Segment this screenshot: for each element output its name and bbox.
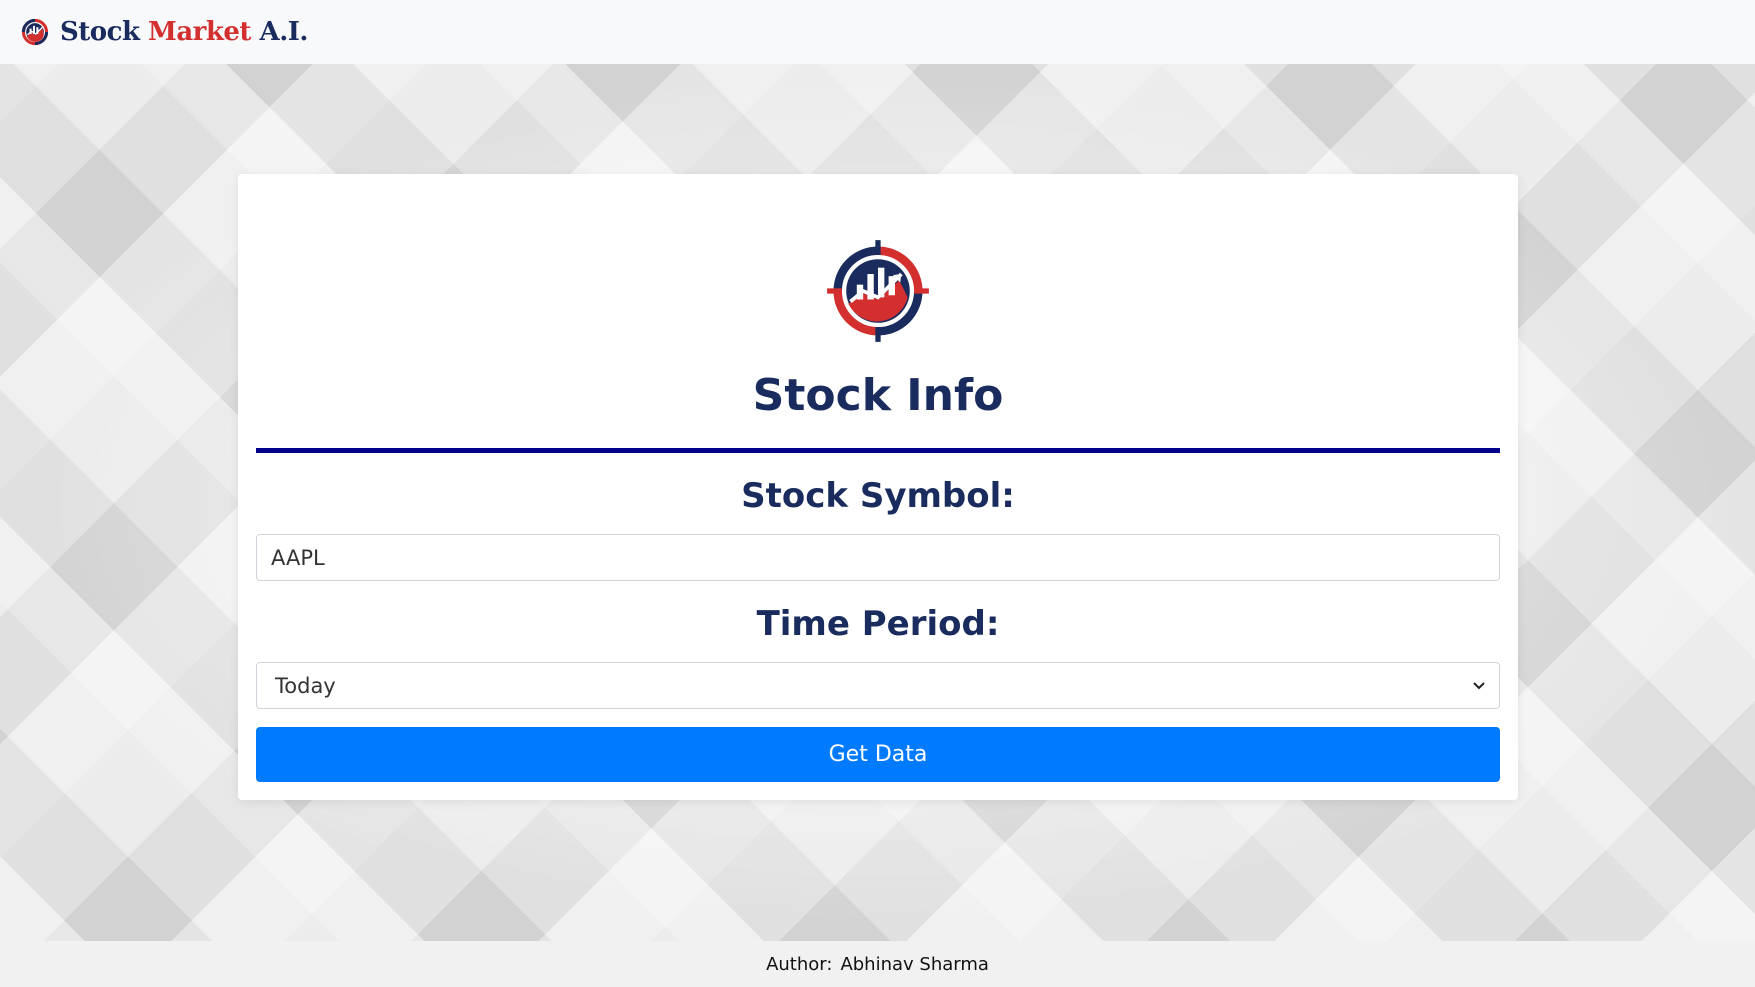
footer: Author: Abhinav Sharma	[0, 941, 1755, 987]
get-data-button[interactable]: Get Data	[256, 727, 1500, 782]
brand-word-stock: Stock	[60, 17, 140, 47]
stock-symbol-label: Stock Symbol:	[741, 476, 1015, 516]
time-period-label: Time Period:	[756, 604, 1000, 644]
time-period-value: Today	[275, 673, 336, 698]
stock-info-card: Stock Info Stock Symbol: AAPL Time Perio…	[238, 174, 1518, 800]
author-name: Abhinav Sharma	[840, 953, 989, 975]
brand-word-ai: A.I.	[259, 17, 309, 47]
title-divider	[256, 448, 1500, 453]
brand-word-market: Market	[148, 17, 251, 47]
navbar: Stock Market A.I.	[0, 0, 1755, 64]
stock-symbol-input[interactable]: AAPL	[256, 534, 1500, 581]
author-label: Author:	[766, 953, 833, 975]
time-period-select[interactable]: Today	[256, 662, 1500, 709]
brand-link[interactable]: Stock Market A.I.	[18, 15, 308, 49]
brand-title: Stock Market A.I.	[60, 17, 308, 47]
page-background: Stock Info Stock Symbol: AAPL Time Perio…	[0, 64, 1755, 941]
chevron-down-icon	[1473, 681, 1485, 689]
page-title: Stock Info	[752, 370, 1004, 421]
stock-logo-icon	[825, 238, 931, 344]
brand-logo-icon	[21, 18, 49, 46]
stock-symbol-value: AAPL	[271, 545, 325, 570]
